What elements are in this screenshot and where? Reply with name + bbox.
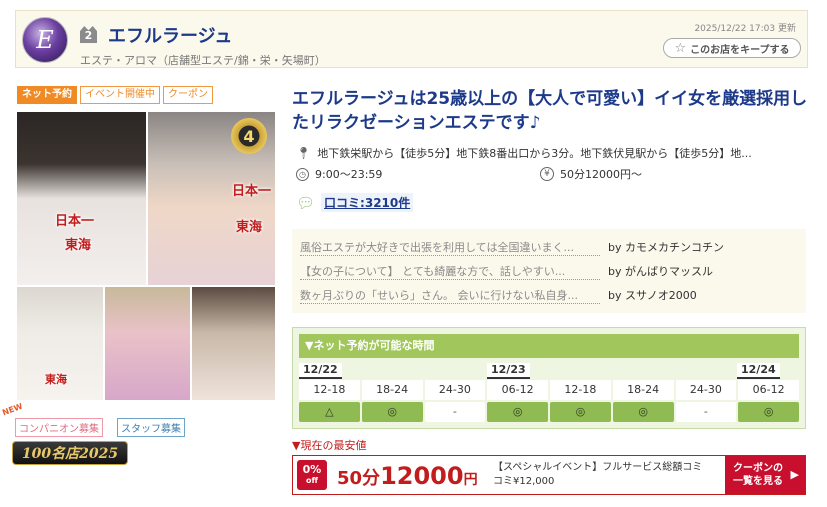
slot-time: 12-18 [299,380,360,400]
schedule-slot: 24-30- [675,380,737,422]
schedule-slots: 12-18 △ 18-24 ◎ 24-30-06-12 ◎ 12-18 ◎ 18-24 ◎ 24-3… [299,380,799,422]
schedule-title: ▼ネット予約が可能な時間 [299,334,799,358]
yen-icon: ¥ [540,167,554,181]
coupon-price: 50分12000円 [337,462,478,490]
tag-event: イベント開催中 [80,86,160,104]
access-row: 📍︎ 地下鉄栄駅から【徒歩5分】地下鉄8番出口から3分。地下鉄伏見駅から【徒歩5… [296,145,752,161]
arrow-right-icon: ▶ [790,468,799,481]
schedule-dates: 12/22 12/23 12/24 [299,363,799,379]
companion-recruit-link[interactable]: コンパニオン募集 [15,418,103,437]
hours-text: 9:00～23:59 [315,168,383,181]
coupon-amount: 12000 [380,462,464,490]
discount-word: off [306,476,318,485]
slot-availability[interactable]: ◎ [361,402,423,422]
clock-icon: ◷ [296,167,309,181]
shop-logo[interactable]: E [22,17,68,63]
feature-tags: ネット予約 イベント開催中 クーポン [17,86,213,104]
slot-time: 18-24 [361,380,423,400]
reviews-list: 風俗エステが大好きで出張を利用しては全国違いまく... by カモメカチンコチン… [292,229,806,313]
slot-availability[interactable]: ◎ [738,402,799,422]
slot-availability[interactable]: △ [299,402,360,422]
schedule-slot: 24-30- [424,380,486,422]
shop-headline[interactable]: エフルラージュは25歳以上の【大人で可愛い】イイ女を厳選採用したリラクゼーション… [292,87,812,135]
chat-bubble-icon: 💬︎ [296,193,316,212]
ranking-crown-icon: 4 [231,118,267,154]
schedule-slot: 06-12 ◎ [487,380,548,422]
reservation-schedule: ▼ネット予約が可能な時間 12/22 12/23 12/24 12-18 △ 18-… [292,327,806,429]
photo-3[interactable]: 東海 [17,287,103,400]
review-item[interactable]: 【女の子について】 とても綺麗な方で、話しやすい... by がんばりマッスル [300,259,798,283]
coupon-description: 【スペシャルイベント】フルサービス総額コミコミ¥12,000 [493,462,703,487]
rank-badge: 2 [80,26,97,43]
review-item[interactable]: 風俗エステが大好きで出張を利用しては全国違いまく... by カモメカチンコチン [300,235,798,259]
shop-header: E 2 エフルラージュ エステ・アロマ（店舗型エステ/錦・栄・矢場町） 2025… [15,10,808,68]
schedule-slot: 18-24 ◎ [361,380,423,422]
coupon-minutes: 50分 [337,468,381,489]
new-icon: NEW [1,401,24,418]
hours-row: ◷ 9:00～23:59 [296,166,382,182]
review-excerpt[interactable]: 風俗エステが大好きで出張を利用しては全国違いまく... [300,239,600,256]
shop-category: エステ・アロマ（店舗型エステ/錦・栄・矢場町） [80,54,326,67]
schedule-slot: 12-18 △ [299,380,360,422]
staff-recruit-link[interactable]: スタッフ募集 [117,418,185,437]
schedule-date: 12/22 [299,363,342,379]
slot-time: 06-12 [738,380,799,400]
review-author: by がんばりマッスル [608,265,713,278]
slot-time: 18-24 [612,380,674,400]
coupon-yen: 円 [463,472,478,488]
photo-gallery: 日本一 東海 4 日本一 東海 東海 [17,112,275,400]
review-author: by スサノオ2000 [608,289,697,302]
schedule-slot: 12-18 ◎ [550,380,611,422]
photo-label: 日本一 [55,214,95,229]
coupon-list-button[interactable]: クーポンの 一覧を見る ▶ [725,456,805,494]
schedule-date: 12/24 [737,363,780,379]
lowest-price-label: ▼現在の最安値 [292,439,367,452]
coupon-banner[interactable]: 0% off 50分12000円 【スペシャルイベント】フルサービス総額コミコミ… [292,455,806,495]
photo-label: 東海 [236,220,263,235]
slot-availability[interactable]: ◎ [550,402,611,422]
star-icon: ☆ [674,40,687,56]
photo-label: 東海 [65,238,92,253]
review-item[interactable]: 数ヶ月ぶりの「せいら」さん。 会いに行けない私自身... by スサノオ2000 [300,283,798,307]
slot-availability: - [675,402,737,422]
schedule-slot: 18-24 ◎ [612,380,674,422]
reviews-count-row: 💬︎ 口コミ:3210件 [296,193,414,212]
keep-shop-button[interactable]: ☆ このお店をキープする [663,38,801,58]
photo-1[interactable]: 日本一 東海 [17,112,146,285]
award-badge: 100名店2025 [12,441,128,465]
slot-time: 06-12 [487,380,548,400]
discount-percent: 0% [302,463,322,476]
photo-5[interactable] [192,287,275,400]
slot-time: 24-30 [424,380,486,400]
price-row: ¥ 50分12000円～ [540,166,642,182]
photo-label: 東海 [45,373,67,386]
reviews-count-link[interactable]: 口コミ:3210件 [321,193,414,212]
schedule-date: 12/23 [487,363,530,379]
discount-badge: 0% off [297,460,327,490]
review-excerpt[interactable]: 【女の子について】 とても綺麗な方で、話しやすい... [300,263,600,280]
slot-availability[interactable]: ◎ [487,402,548,422]
photo-4[interactable] [105,287,190,400]
schedule-slot: 06-12 ◎ [738,380,799,422]
keep-shop-label: このお店をキープする [690,44,790,56]
slot-availability: - [424,402,486,422]
slot-availability[interactable]: ◎ [612,402,674,422]
review-author: by カモメカチンコチン [608,241,724,254]
shop-name[interactable]: エフルラージュ [108,22,232,48]
updated-timestamp: 2025/12/22 17:03 更新 [694,24,796,34]
slot-time: 24-30 [675,380,737,400]
location-pin-icon: 📍︎ [296,146,312,160]
tag-coupon: クーポン [163,86,213,104]
price-text: 50分12000円～ [560,168,642,181]
photo-2[interactable]: 4 日本一 東海 [148,112,275,285]
slot-time: 12-18 [550,380,611,400]
access-text: 地下鉄栄駅から【徒歩5分】地下鉄8番出口から3分。地下鉄伏見駅から【徒歩5分】地… [317,147,752,160]
review-excerpt[interactable]: 数ヶ月ぶりの「せいら」さん。 会いに行けない私自身... [300,287,600,304]
photo-label: 日本一 [232,184,272,199]
tag-net-reservation: ネット予約 [17,86,77,104]
